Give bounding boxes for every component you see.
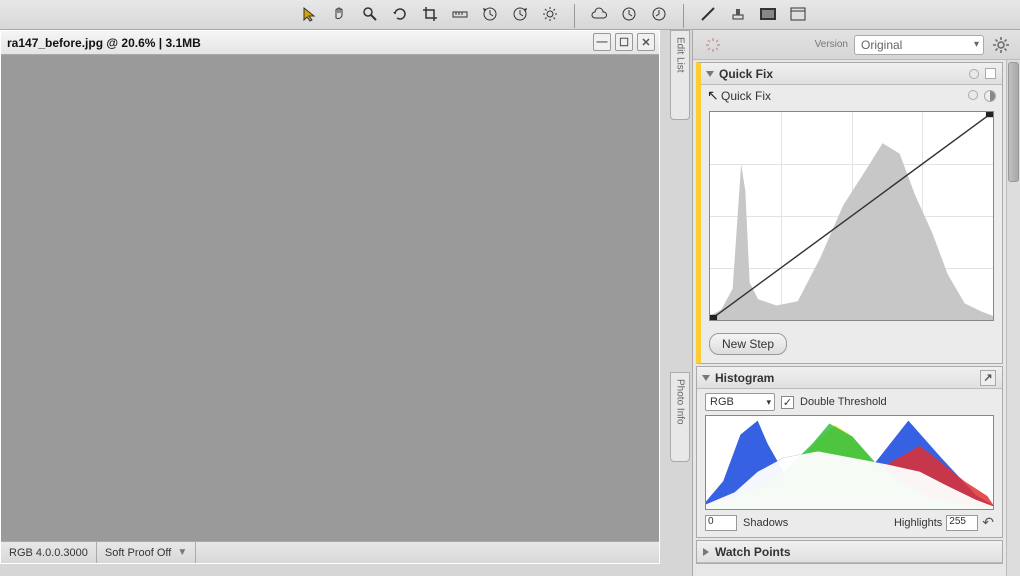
panel-title: Histogram	[715, 371, 774, 385]
panel-title: Quick Fix	[719, 67, 773, 81]
shadows-value-field[interactable]: 0	[705, 515, 737, 531]
clock-a-icon[interactable]	[619, 4, 639, 24]
new-step-button[interactable]: New Step	[709, 333, 787, 355]
close-button[interactable]: ✕	[637, 33, 655, 51]
disclosure-down-icon	[702, 375, 710, 381]
pointer-icon[interactable]	[300, 4, 320, 24]
history-fwd-icon[interactable]	[510, 4, 530, 24]
document-window: ra147_before.jpg @ 20.6% | 3.1MB — ☐ ✕ R…	[0, 30, 660, 564]
zoom-icon[interactable]	[360, 4, 380, 24]
right-pane: Version Original Quick Fix ↖ Quick Fix	[692, 30, 1020, 576]
color-profile-cell: RGB 4.0.0.3000	[1, 542, 97, 563]
soft-proof-cell[interactable]: Soft Proof Off ▼	[97, 542, 196, 563]
disclosure-right-icon	[703, 548, 709, 556]
panel-watchpoints-header[interactable]: Watch Points	[697, 541, 1002, 563]
panel-quickfix: Quick Fix ↖ Quick Fix	[696, 62, 1003, 364]
crop-icon[interactable]	[420, 4, 440, 24]
settings-gear-icon[interactable]	[990, 34, 1012, 56]
side-tab-edit-list[interactable]: Edit List	[670, 30, 690, 120]
curve-handle-bottom[interactable]	[710, 315, 717, 320]
document-statusbar: RGB 4.0.0.3000 Soft Proof Off ▼	[1, 541, 659, 563]
double-threshold-checkbox[interactable]: ✓	[781, 396, 794, 409]
highlights-value-field[interactable]: 255	[946, 515, 978, 531]
step-mask-toggle[interactable]	[985, 68, 996, 79]
step-mask-toggle[interactable]	[984, 90, 996, 102]
rgb-histogram-chart[interactable]	[705, 415, 994, 510]
clock-b-icon[interactable]	[649, 4, 669, 24]
right-pane-scrollbar[interactable]	[1006, 60, 1020, 576]
film-icon[interactable]	[758, 4, 778, 24]
window-icon[interactable]	[788, 4, 808, 24]
curve-handle-top[interactable]	[986, 112, 993, 117]
document-title: ra147_before.jpg @ 20.6% | 3.1MB	[7, 36, 201, 50]
ruler-icon[interactable]	[450, 4, 470, 24]
version-select[interactable]: Original	[854, 35, 984, 55]
panel-histogram-header[interactable]: Histogram ↗	[697, 367, 1002, 389]
toolbar-divider	[574, 4, 575, 28]
shadows-label: Shadows	[743, 517, 788, 529]
maximize-button[interactable]: ☐	[615, 33, 633, 51]
busy-icon	[705, 37, 721, 53]
line-tool-icon[interactable]	[698, 4, 718, 24]
version-bar: Version Original	[693, 30, 1020, 60]
minimize-button[interactable]: —	[593, 33, 611, 51]
side-tab-photo-info[interactable]: Photo Info	[670, 372, 690, 462]
document-canvas[interactable]	[1, 56, 659, 541]
history-back-icon[interactable]	[480, 4, 500, 24]
scrollbar-thumb[interactable]	[1008, 62, 1019, 182]
rotate-icon[interactable]	[390, 4, 410, 24]
reset-icon[interactable]: ↶	[982, 514, 994, 531]
version-label: Version	[815, 39, 848, 50]
cloud-icon[interactable]	[589, 4, 609, 24]
sun-icon[interactable]	[540, 4, 560, 24]
double-threshold-label: Double Threshold	[800, 396, 887, 408]
panel-histogram: Histogram ↗ RGB ✓ Double Threshold	[696, 366, 1003, 538]
toolbar-divider	[683, 4, 684, 28]
histogram-fill	[710, 143, 993, 320]
highlights-label: Highlights	[894, 517, 942, 529]
tone-curve-chart[interactable]	[709, 111, 994, 321]
step-visible-toggle[interactable]	[969, 69, 979, 79]
panel-quickfix-header[interactable]: Quick Fix	[701, 63, 1002, 85]
chevron-down-icon: ▼	[177, 547, 187, 558]
step-quickfix-row[interactable]: ↖ Quick Fix	[701, 85, 1002, 107]
cursor-icon: ↖	[707, 87, 719, 104]
step-label: Quick Fix	[721, 89, 771, 103]
stamp-icon[interactable]	[728, 4, 748, 24]
panel-detach-icon[interactable]: ↗	[980, 370, 996, 386]
main-toolbar	[0, 0, 1020, 30]
hand-icon[interactable]	[330, 4, 350, 24]
step-visible-toggle[interactable]	[968, 90, 978, 100]
panel-title: Watch Points	[715, 545, 791, 559]
histogram-channel-select[interactable]: RGB	[705, 393, 775, 411]
panel-watchpoints: Watch Points	[696, 540, 1003, 564]
soft-proof-label: Soft Proof Off	[105, 547, 171, 559]
disclosure-down-icon	[706, 71, 714, 77]
document-titlebar[interactable]: ra147_before.jpg @ 20.6% | 3.1MB — ☐ ✕	[1, 31, 659, 55]
